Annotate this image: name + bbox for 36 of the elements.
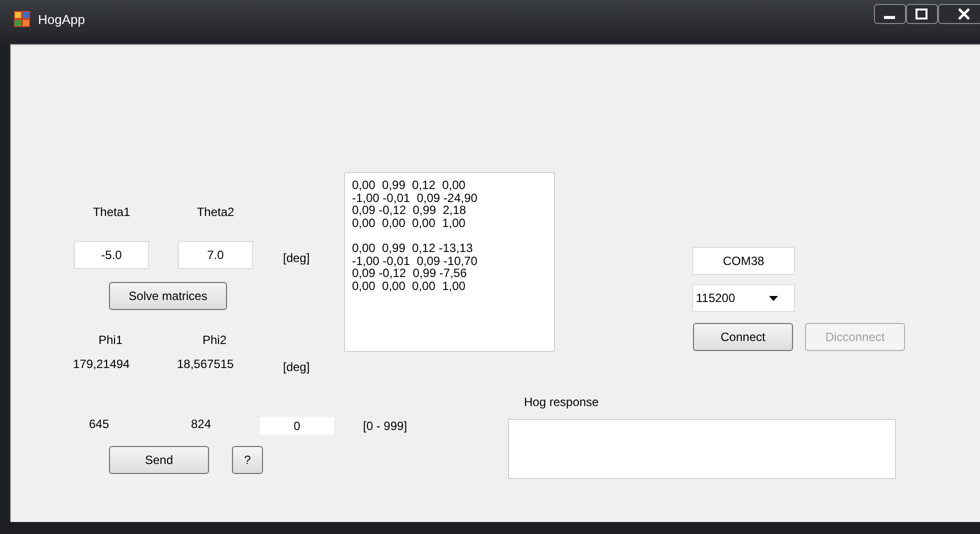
unit-label: [deg] bbox=[283, 360, 310, 374]
unit-label: [deg] bbox=[283, 251, 310, 265]
send-button[interactable]: Send bbox=[109, 446, 209, 474]
connect-button[interactable]: Connect bbox=[693, 323, 793, 351]
matrix-row: -1,00 -0,01 0,09 -24,90 bbox=[352, 192, 478, 204]
count-value: 824 bbox=[191, 417, 212, 431]
phi-label: Phi1 bbox=[97, 333, 124, 347]
value-input[interactable]: 0 bbox=[260, 417, 334, 435]
theta-label: Theta1 bbox=[92, 205, 132, 219]
phi-label: Phi2 bbox=[201, 333, 228, 347]
help-button[interactable]: ? bbox=[232, 446, 263, 474]
maximize-icon[interactable] bbox=[906, 4, 938, 24]
window-title: HogApp bbox=[38, 12, 85, 26]
matrix-row: -1,00 -0,01 0,09 -10,70 bbox=[352, 254, 478, 267]
matrix-row: 0,00 0,99 0,12 0,00 bbox=[352, 179, 466, 192]
matrix-output[interactable]: 0,00 0,99 0,12 0,00 -1,00 -0,01 0,09 -24,90 0,09 -0,12 0,99 2,18 0,00 0,00 0,00 1,00 0,00 0,99 0,12 -13,13 -1,00 -0,01 0,09 -10,70 0,09 -0,12 0,99 -7,56 0,00 0,00 0,00 1,00 bbox=[344, 172, 555, 352]
port-input[interactable]: COM38 bbox=[692, 247, 795, 275]
matrix-row: 0,00 0,00 0,00 1,00 bbox=[352, 280, 466, 292]
solve-matrices-button[interactable]: Solve matrices bbox=[109, 282, 227, 310]
app-icon bbox=[14, 11, 30, 27]
matrix-row: 0,09 -0,12 0,99 2,18 bbox=[352, 204, 466, 216]
phi-value: 18,567515 bbox=[177, 357, 234, 371]
matrix-row: 0,00 0,99 0,12 -13,13 bbox=[352, 242, 473, 254]
close-icon[interactable] bbox=[938, 4, 980, 24]
matrix-row: 0,09 -0,12 0,99 -7,56 bbox=[352, 267, 467, 280]
matrix-row: 0,00 0,00 0,00 1,00 bbox=[352, 216, 466, 229]
theta-input[interactable]: -5.0 bbox=[74, 241, 149, 269]
minimize-icon[interactable] bbox=[874, 4, 906, 24]
response-label: Hog response bbox=[524, 395, 599, 409]
count-value: 645 bbox=[89, 417, 110, 431]
theta-input[interactable]: 7.0 bbox=[178, 241, 253, 269]
caret-icon bbox=[769, 296, 778, 300]
range-label: [0 - 999] bbox=[363, 419, 408, 433]
phi-value: 179,21494 bbox=[73, 357, 130, 371]
baud-rate-dropdown[interactable]: 115200 bbox=[692, 284, 795, 312]
theta-label: Theta2 bbox=[196, 205, 236, 219]
